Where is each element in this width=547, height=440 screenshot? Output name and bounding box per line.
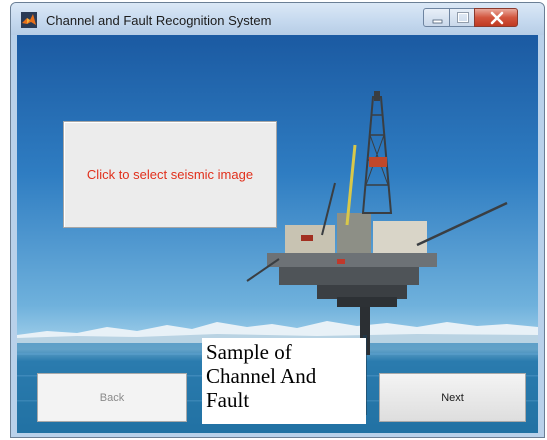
- maximize-icon: [457, 12, 469, 23]
- title-bar[interactable]: Channel and Fault Recognition System: [11, 3, 544, 35]
- sample-caption-text: Sample of Channel And Fault: [202, 338, 366, 424]
- caption-line: Channel And: [206, 364, 317, 388]
- select-seismic-image-button[interactable]: Click to select seismic image: [63, 121, 277, 228]
- caption-line: Sample of: [206, 340, 292, 364]
- window-title: Channel and Fault Recognition System: [46, 13, 272, 28]
- caption-line: Fault: [206, 388, 250, 412]
- next-button[interactable]: Next: [379, 373, 526, 422]
- app-window: Channel and Fault Recognition System Cli…: [10, 2, 545, 438]
- minimize-button[interactable]: [423, 8, 450, 27]
- close-icon: [490, 11, 504, 25]
- back-button[interactable]: Back: [37, 373, 187, 422]
- close-button[interactable]: [474, 8, 518, 27]
- figure-panel: Click to select seismic image Sample of …: [17, 35, 538, 433]
- maximize-button[interactable]: [449, 8, 475, 27]
- matlab-icon: [21, 12, 37, 28]
- minimize-icon: [432, 19, 443, 24]
